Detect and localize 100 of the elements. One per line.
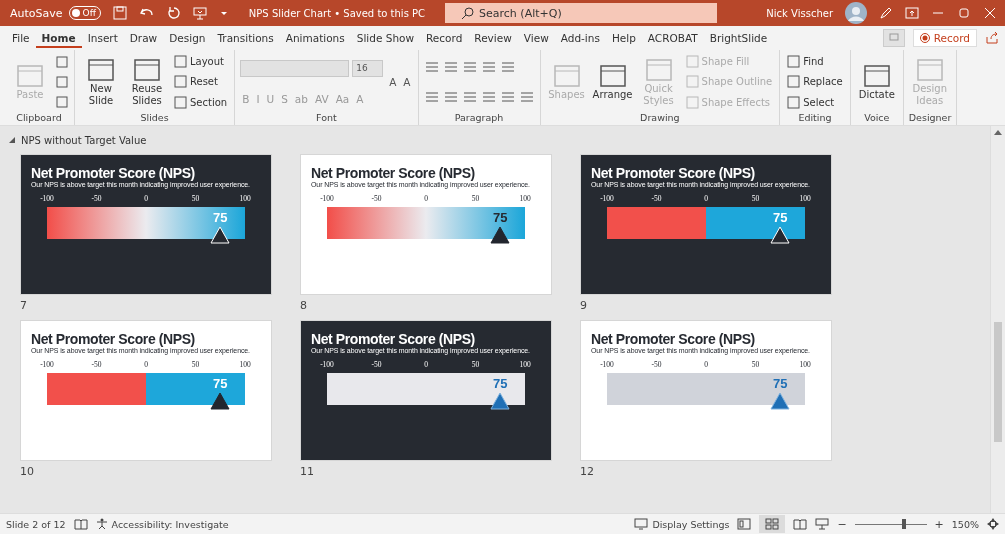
ribbon-button[interactable]: New Slide	[80, 55, 122, 109]
ribbon-tab[interactable]: Review	[468, 28, 518, 48]
ribbon-button[interactable]: Replace	[785, 74, 845, 90]
ribbon-tab[interactable]: Record	[420, 28, 469, 48]
square-icon	[787, 95, 801, 109]
ribbon-tab[interactable]: Transitions	[211, 28, 280, 48]
ribbon-button[interactable]: Section	[172, 94, 230, 110]
ribbon-button[interactable]: Arrange	[591, 61, 634, 103]
scroll-up-icon[interactable]	[993, 128, 1003, 136]
zoom-in-button[interactable]: +	[934, 517, 944, 531]
ribbon-tab[interactable]: Insert	[81, 28, 124, 48]
scrollbar-thumb[interactable]	[994, 322, 1002, 442]
search-field[interactable]: Search (Alt+Q)	[445, 3, 718, 23]
save-icon[interactable]	[112, 6, 127, 20]
projector-icon[interactable]	[815, 518, 830, 530]
group-label: Drawing	[639, 112, 681, 125]
square-icon[interactable]	[55, 95, 69, 110]
slide-title: Net Promoter Score (NPS)	[31, 331, 196, 347]
ribbon-tab[interactable]: Add-ins	[554, 28, 606, 48]
fit-slide-icon[interactable]	[987, 518, 999, 530]
ribbon-button[interactable]: Find	[785, 54, 845, 70]
collapse-triangle-icon[interactable]	[8, 136, 16, 144]
score-value: 75	[773, 210, 788, 225]
slide-number: 10	[20, 465, 35, 478]
slide-number: 7	[20, 299, 28, 312]
lines-icon[interactable]	[461, 90, 478, 105]
restore-ribbon-icon[interactable]	[905, 6, 919, 20]
lines-icon[interactable]	[442, 59, 459, 74]
share-icon[interactable]	[985, 31, 999, 45]
lines-icon[interactable]	[518, 90, 535, 105]
avatar-icon[interactable]	[845, 2, 867, 24]
group-label: Editing	[797, 112, 833, 125]
document-title[interactable]: NPS Slider Chart • Saved to this PC	[248, 7, 426, 19]
window-icon	[552, 63, 581, 89]
square-icon	[685, 55, 699, 69]
zoom-out-button[interactable]: −	[837, 517, 847, 531]
redo-icon[interactable]	[166, 6, 181, 20]
ribbon-button[interactable]: Reuse Slides	[126, 55, 168, 109]
record-button[interactable]: Record	[912, 29, 977, 47]
square-icon	[787, 55, 801, 69]
ribbon-tab[interactable]: BrightSlide	[703, 28, 774, 48]
group-label: Clipboard	[15, 112, 63, 125]
square-icon[interactable]	[55, 54, 69, 69]
presentation-icon[interactable]	[192, 6, 207, 20]
display-settings-button[interactable]: Display Settings	[634, 518, 730, 530]
lines-icon[interactable]	[499, 59, 516, 74]
score-value: 75	[493, 210, 508, 225]
monitor-icon	[634, 518, 649, 530]
grid-view-icon[interactable]	[765, 518, 780, 530]
score-value: 75	[773, 376, 788, 391]
format-button[interactable]: A	[401, 76, 413, 88]
close-icon[interactable]	[983, 6, 997, 20]
ribbon-tab[interactable]: Home	[35, 28, 82, 48]
ribbon-tab[interactable]: Draw	[123, 28, 164, 48]
slide-number: 12	[580, 465, 595, 478]
window-icon	[644, 57, 673, 83]
score-value: 75	[213, 210, 228, 225]
ribbon-tab[interactable]: Design	[163, 28, 212, 48]
ribbon-button[interactable]: Layout	[172, 54, 230, 70]
lines-icon[interactable]	[480, 59, 497, 74]
window-icon	[87, 57, 115, 83]
zoom-percent[interactable]: 150%	[951, 518, 979, 530]
square-icon	[174, 75, 187, 89]
ribbon-button[interactable]: Select	[785, 94, 845, 110]
group-label: Font	[315, 112, 338, 125]
ribbon-button[interactable]: Dictate	[855, 61, 898, 103]
square-icon[interactable]	[55, 75, 69, 89]
ribbon-tab[interactable]: File	[6, 28, 36, 48]
accessibility-button[interactable]: Accessibility: Investigate	[95, 518, 229, 530]
zoom-slider-thumb[interactable]	[901, 518, 906, 529]
ribbon-tab[interactable]: Slide Show	[350, 28, 421, 48]
lines-icon[interactable]	[499, 90, 516, 105]
ribbon-tab[interactable]: ACROBAT	[641, 28, 704, 48]
square-icon	[174, 55, 187, 69]
square-icon	[685, 75, 699, 89]
format-button[interactable]: A	[387, 76, 399, 88]
lines-icon[interactable]	[442, 90, 459, 105]
pen-icon[interactable]	[879, 6, 893, 20]
normal-view-icon[interactable]	[737, 518, 752, 530]
book-icon[interactable]	[793, 518, 808, 530]
slide-title: Net Promoter Score (NPS)	[31, 165, 196, 181]
notes-book-icon[interactable]	[73, 518, 88, 530]
lines-icon[interactable]	[461, 59, 478, 74]
slide-number: 9	[580, 299, 588, 312]
user-name[interactable]: Nick Visscher	[766, 7, 833, 19]
ribbon-button[interactable]: Reset	[172, 74, 230, 90]
ribbon-tab[interactable]: View	[517, 28, 555, 48]
ribbon-tab[interactable]: Help	[605, 28, 642, 48]
slide-title: Net Promoter Score (NPS)	[591, 165, 756, 181]
lines-icon[interactable]	[480, 90, 497, 105]
slide-title: Net Promoter Score (NPS)	[591, 331, 756, 347]
square-icon	[787, 75, 801, 89]
lines-icon[interactable]	[423, 59, 440, 74]
score-value: 75	[213, 376, 228, 391]
maximize-icon[interactable]	[957, 6, 971, 20]
section-title[interactable]: NPS without Target Value	[21, 134, 147, 146]
slide-number: 8	[300, 299, 308, 312]
search-icon	[461, 6, 476, 20]
lines-icon[interactable]	[423, 90, 440, 105]
ribbon-tab[interactable]: Animations	[279, 28, 351, 48]
